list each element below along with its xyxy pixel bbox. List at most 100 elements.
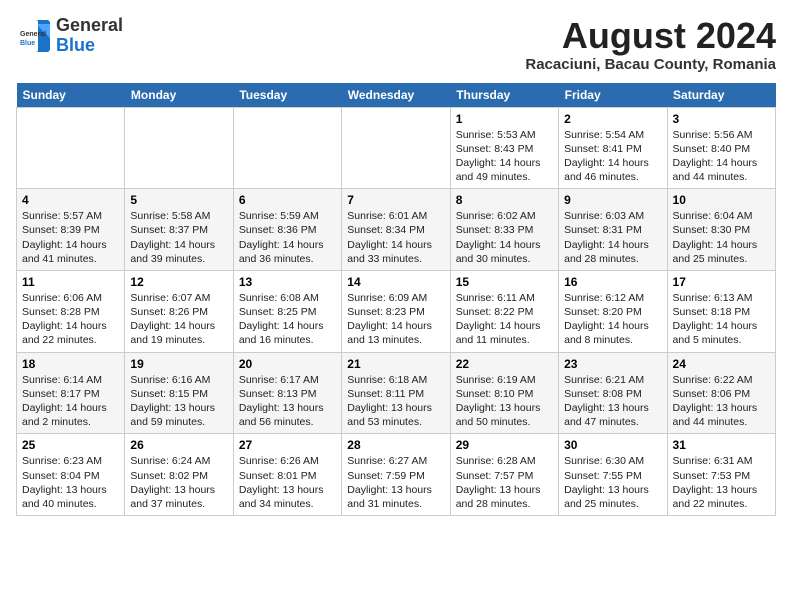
day-number: 28 <box>347 438 444 452</box>
calendar: SundayMondayTuesdayWednesdayThursdayFrid… <box>16 83 776 516</box>
calendar-cell: 12 Sunrise: 6:07 AM Sunset: 8:26 PM Dayli… <box>125 270 233 352</box>
calendar-cell <box>233 107 341 189</box>
calendar-cell: 25 Sunrise: 6:23 AM Sunset: 8:04 PM Dayli… <box>17 434 125 516</box>
day-info: Sunrise: 6:17 AM Sunset: 8:13 PM Dayligh… <box>239 373 336 430</box>
day-info: Sunrise: 5:53 AM Sunset: 8:43 PM Dayligh… <box>456 128 553 185</box>
calendar-cell: 21Sunrise: 6:18 AM Sunset: 8:11 PM Dayli… <box>342 352 450 434</box>
calendar-cell <box>17 107 125 189</box>
header: General Blue General Blue August 2024 Ra… <box>16 16 776 73</box>
day-info: Sunrise: 6:28 AM Sunset: 7:57 PM Dayligh… <box>456 454 553 511</box>
calendar-cell: 15 Sunrise: 6:11 AM Sunset: 8:22 PM Dayli… <box>450 270 558 352</box>
calendar-week-row: 25 Sunrise: 6:23 AM Sunset: 8:04 PM Dayli… <box>17 434 776 516</box>
day-number: 31 <box>673 438 770 452</box>
day-header-friday: Friday <box>559 83 667 108</box>
day-number: 5 <box>130 193 227 207</box>
calendar-cell: 7 Sunrise: 6:01 AM Sunset: 8:34 PM Daylig… <box>342 189 450 271</box>
day-number: 13 <box>239 275 336 289</box>
day-header-saturday: Saturday <box>667 83 775 108</box>
day-number: 23 <box>564 357 661 371</box>
calendar-week-row: 1 Sunrise: 5:53 AM Sunset: 8:43 PM Daylig… <box>17 107 776 189</box>
day-number: 16 <box>564 275 661 289</box>
day-info: Sunrise: 5:56 AM Sunset: 8:40 PM Dayligh… <box>673 128 770 185</box>
day-info: Sunrise: 6:11 AM Sunset: 8:22 PM Dayligh… <box>456 291 553 348</box>
calendar-cell <box>342 107 450 189</box>
logo-general-text: General <box>56 15 123 35</box>
calendar-cell: 31 Sunrise: 6:31 AM Sunset: 7:53 PM Dayli… <box>667 434 775 516</box>
day-number: 4 <box>22 193 119 207</box>
calendar-cell: 17Sunrise: 6:13 AM Sunset: 8:18 PM Dayli… <box>667 270 775 352</box>
calendar-week-row: 11 Sunrise: 6:06 AM Sunset: 8:28 PM Dayli… <box>17 270 776 352</box>
day-number: 14 <box>347 275 444 289</box>
day-number: 15 <box>456 275 553 289</box>
calendar-cell: 28 Sunrise: 6:27 AM Sunset: 7:59 PM Dayli… <box>342 434 450 516</box>
day-info: Sunrise: 5:58 AM Sunset: 8:37 PM Dayligh… <box>130 209 227 266</box>
day-info: Sunrise: 6:27 AM Sunset: 7:59 PM Dayligh… <box>347 454 444 511</box>
calendar-cell: 18 Sunrise: 6:14 AM Sunset: 8:17 PM Dayli… <box>17 352 125 434</box>
calendar-cell: 16 Sunrise: 6:12 AM Sunset: 8:20 PM Dayli… <box>559 270 667 352</box>
calendar-cell: 23 Sunrise: 6:21 AM Sunset: 8:08 PM Dayli… <box>559 352 667 434</box>
day-number: 20 <box>239 357 336 371</box>
day-header-tuesday: Tuesday <box>233 83 341 108</box>
calendar-cell: 9 Sunrise: 6:03 AM Sunset: 8:31 PM Daylig… <box>559 189 667 271</box>
calendar-cell: 26 Sunrise: 6:24 AM Sunset: 8:02 PM Dayli… <box>125 434 233 516</box>
calendar-cell: 22Sunrise: 6:19 AM Sunset: 8:10 PM Dayli… <box>450 352 558 434</box>
day-info: Sunrise: 6:18 AM Sunset: 8:11 PM Dayligh… <box>347 373 444 430</box>
calendar-cell: 5 Sunrise: 5:58 AM Sunset: 8:37 PM Daylig… <box>125 189 233 271</box>
day-number: 29 <box>456 438 553 452</box>
day-info: Sunrise: 5:59 AM Sunset: 8:36 PM Dayligh… <box>239 209 336 266</box>
day-number: 7 <box>347 193 444 207</box>
day-number: 3 <box>673 112 770 126</box>
day-info: Sunrise: 6:26 AM Sunset: 8:01 PM Dayligh… <box>239 454 336 511</box>
day-number: 17 <box>673 275 770 289</box>
day-info: Sunrise: 6:01 AM Sunset: 8:34 PM Dayligh… <box>347 209 444 266</box>
calendar-cell: 1 Sunrise: 5:53 AM Sunset: 8:43 PM Daylig… <box>450 107 558 189</box>
day-info: Sunrise: 5:57 AM Sunset: 8:39 PM Dayligh… <box>22 209 119 266</box>
day-info: Sunrise: 6:03 AM Sunset: 8:31 PM Dayligh… <box>564 209 661 266</box>
day-info: Sunrise: 6:21 AM Sunset: 8:08 PM Dayligh… <box>564 373 661 430</box>
day-number: 6 <box>239 193 336 207</box>
day-info: Sunrise: 6:31 AM Sunset: 7:53 PM Dayligh… <box>673 454 770 511</box>
calendar-cell: 6 Sunrise: 5:59 AM Sunset: 8:36 PM Daylig… <box>233 189 341 271</box>
day-number: 11 <box>22 275 119 289</box>
calendar-week-row: 4 Sunrise: 5:57 AM Sunset: 8:39 PM Daylig… <box>17 189 776 271</box>
calendar-cell: 27 Sunrise: 6:26 AM Sunset: 8:01 PM Dayli… <box>233 434 341 516</box>
svg-text:General: General <box>20 31 46 38</box>
calendar-cell: 8Sunrise: 6:02 AM Sunset: 8:33 PM Daylig… <box>450 189 558 271</box>
day-info: Sunrise: 6:30 AM Sunset: 7:55 PM Dayligh… <box>564 454 661 511</box>
location: Racaciuni, Bacau County, Romania <box>525 56 776 73</box>
day-info: Sunrise: 6:14 AM Sunset: 8:17 PM Dayligh… <box>22 373 119 430</box>
day-number: 1 <box>456 112 553 126</box>
day-info: Sunrise: 5:54 AM Sunset: 8:41 PM Dayligh… <box>564 128 661 185</box>
day-number: 2 <box>564 112 661 126</box>
calendar-cell: 13 Sunrise: 6:08 AM Sunset: 8:25 PM Dayli… <box>233 270 341 352</box>
day-info: Sunrise: 6:08 AM Sunset: 8:25 PM Dayligh… <box>239 291 336 348</box>
calendar-cell: 20 Sunrise: 6:17 AM Sunset: 8:13 PM Dayli… <box>233 352 341 434</box>
day-info: Sunrise: 6:24 AM Sunset: 8:02 PM Dayligh… <box>130 454 227 511</box>
calendar-cell: 11 Sunrise: 6:06 AM Sunset: 8:28 PM Dayli… <box>17 270 125 352</box>
svg-text:Blue: Blue <box>20 40 35 47</box>
day-number: 12 <box>130 275 227 289</box>
day-info: Sunrise: 6:16 AM Sunset: 8:15 PM Dayligh… <box>130 373 227 430</box>
day-number: 27 <box>239 438 336 452</box>
day-number: 9 <box>564 193 661 207</box>
day-header-monday: Monday <box>125 83 233 108</box>
day-header-thursday: Thursday <box>450 83 558 108</box>
day-info: Sunrise: 6:06 AM Sunset: 8:28 PM Dayligh… <box>22 291 119 348</box>
day-number: 18 <box>22 357 119 371</box>
calendar-week-row: 18 Sunrise: 6:14 AM Sunset: 8:17 PM Dayli… <box>17 352 776 434</box>
calendar-cell: 2 Sunrise: 5:54 AM Sunset: 8:41 PM Daylig… <box>559 107 667 189</box>
day-info: Sunrise: 6:07 AM Sunset: 8:26 PM Dayligh… <box>130 291 227 348</box>
calendar-cell <box>125 107 233 189</box>
calendar-cell: 19 Sunrise: 6:16 AM Sunset: 8:15 PM Dayli… <box>125 352 233 434</box>
logo-blue-text: Blue <box>56 35 95 55</box>
day-number: 25 <box>22 438 119 452</box>
day-info: Sunrise: 6:09 AM Sunset: 8:23 PM Dayligh… <box>347 291 444 348</box>
day-info: Sunrise: 6:12 AM Sunset: 8:20 PM Dayligh… <box>564 291 661 348</box>
day-header-sunday: Sunday <box>17 83 125 108</box>
calendar-cell: 3 Sunrise: 5:56 AM Sunset: 8:40 PM Daylig… <box>667 107 775 189</box>
title-area: August 2024 Racaciuni, Bacau County, Rom… <box>525 16 776 73</box>
day-info: Sunrise: 6:23 AM Sunset: 8:04 PM Dayligh… <box>22 454 119 511</box>
day-number: 26 <box>130 438 227 452</box>
day-number: 22 <box>456 357 553 371</box>
day-number: 19 <box>130 357 227 371</box>
